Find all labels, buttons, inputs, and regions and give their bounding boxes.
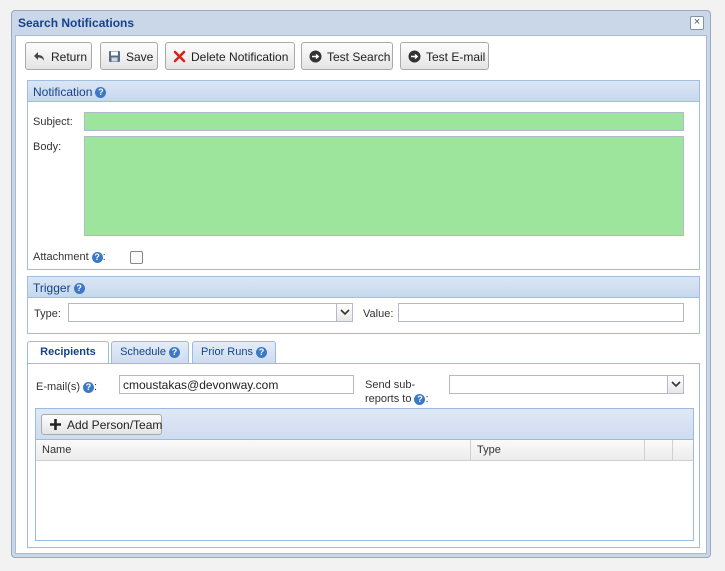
add-person-team-button[interactable]: Add Person/Team: [41, 414, 162, 435]
value-label: Value:: [363, 308, 394, 320]
trigger-type-select[interactable]: [68, 303, 353, 322]
test-search-label: Test Search: [327, 50, 391, 64]
subject-field[interactable]: [84, 112, 684, 131]
help-icon[interactable]: ?: [95, 87, 107, 99]
recipients-panel: E-mail(s)?: Send sub- reports to?:: [27, 364, 700, 548]
trigger-header-label: Trigger: [33, 281, 71, 295]
return-label: Return: [51, 50, 88, 64]
plus-icon: [50, 419, 61, 430]
delete-notification-button[interactable]: Delete Notification: [165, 42, 295, 70]
dialog-titlebar: Search Notifications ×: [12, 11, 710, 35]
close-icon[interactable]: ×: [690, 16, 704, 30]
send-sub-label-line-2: reports to: [365, 393, 412, 405]
column-header-actions: [645, 440, 673, 460]
return-arrow-icon: [34, 52, 44, 61]
test-email-button[interactable]: Test E-mail: [400, 42, 489, 70]
attachment-label-colon: :: [102, 251, 106, 263]
grid-toolbar: Add Person/Team: [36, 409, 693, 440]
column-header-type-label: Type: [477, 444, 501, 456]
trigger-section: Type: Value:: [27, 298, 700, 334]
test-email-label: Test E-mail: [426, 50, 486, 64]
dialog-title: Search Notifications: [18, 16, 135, 30]
grid-header: Name Type: [36, 440, 693, 461]
emails-label: E-mail(s)?:: [36, 381, 97, 393]
help-icon[interactable]: ?: [83, 381, 94, 393]
arrow-circle-icon: [408, 50, 421, 63]
help-icon[interactable]: ?: [414, 393, 426, 405]
trigger-section-header: Trigger?: [27, 276, 700, 298]
help-icon[interactable]: ?: [255, 346, 267, 358]
save-label: Save: [126, 50, 154, 64]
send-sub-label-colon: :: [425, 393, 429, 405]
column-header-type[interactable]: Type: [471, 440, 645, 460]
red-x-icon: [173, 50, 186, 63]
tab-recipients-label: Recipients: [40, 346, 96, 358]
type-label: Type:: [34, 308, 61, 320]
attachment-label: Attachment?:: [33, 251, 106, 263]
floppy-disk-icon: [109, 51, 120, 62]
tab-schedule[interactable]: Schedule?: [111, 341, 189, 363]
help-icon[interactable]: ?: [91, 251, 103, 263]
tab-prior-runs[interactable]: Prior Runs?: [192, 341, 276, 363]
help-icon[interactable]: ?: [168, 346, 180, 358]
emails-input[interactable]: [119, 375, 354, 394]
arrow-circle-icon: [309, 50, 322, 63]
subject-label: Subject:: [33, 116, 73, 128]
chevron-down-icon[interactable]: [667, 376, 683, 393]
recipients-grid: Add Person/Team Name Type: [35, 408, 694, 541]
tab-recipients[interactable]: Recipients: [27, 341, 109, 364]
chevron-down-icon[interactable]: [336, 304, 352, 321]
return-button[interactable]: Return: [25, 42, 92, 70]
emails-label-text: E-mail(s): [36, 381, 80, 393]
help-icon[interactable]: ?: [73, 283, 85, 295]
send-sub-label-line-1: Send sub-: [365, 379, 416, 391]
add-person-team-label: Add Person/Team: [67, 418, 163, 432]
body-label: Body:: [33, 141, 62, 153]
test-search-button[interactable]: Test Search: [301, 42, 393, 70]
dialog-body: Return Save Delete Notification Test Sea…: [15, 35, 707, 554]
notification-section-header: Notification?: [27, 80, 700, 102]
notification-header-label: Notification: [33, 85, 93, 99]
save-button[interactable]: Save: [100, 42, 158, 70]
search-notifications-dialog: Search Notifications × Return Save Delet…: [11, 10, 711, 558]
attachment-label-text: Attachment: [33, 251, 89, 263]
send-sub-reports-label: Send sub- reports to?:: [365, 378, 429, 406]
tab-schedule-label: Schedule: [120, 346, 166, 358]
body-textarea[interactable]: [84, 136, 684, 236]
attachment-checkbox[interactable]: [130, 251, 143, 264]
tab-prior-runs-label: Prior Runs: [201, 346, 253, 358]
column-header-name[interactable]: Name: [36, 440, 471, 460]
column-header-name-label: Name: [42, 444, 72, 456]
send-sub-reports-select[interactable]: [449, 375, 684, 394]
trigger-value-input[interactable]: [398, 303, 684, 322]
notification-section: Subject: Body: Attachment?:: [27, 102, 700, 270]
delete-notification-label: Delete Notification: [191, 50, 289, 64]
emails-label-colon: :: [94, 381, 98, 393]
